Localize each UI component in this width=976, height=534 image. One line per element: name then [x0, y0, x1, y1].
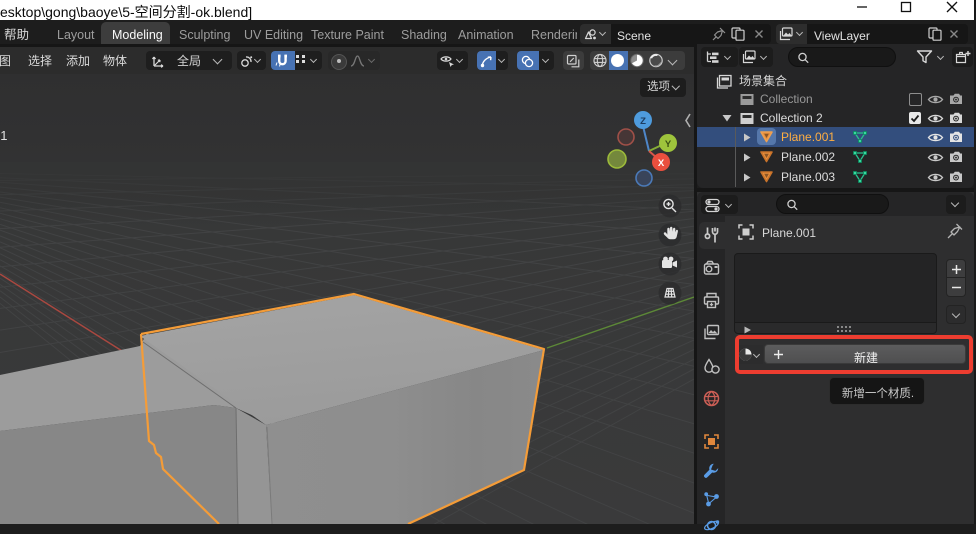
svg-text:Y: Y — [665, 139, 672, 150]
svg-text:Z: Z — [640, 116, 646, 127]
svg-text:X: X — [658, 158, 665, 169]
